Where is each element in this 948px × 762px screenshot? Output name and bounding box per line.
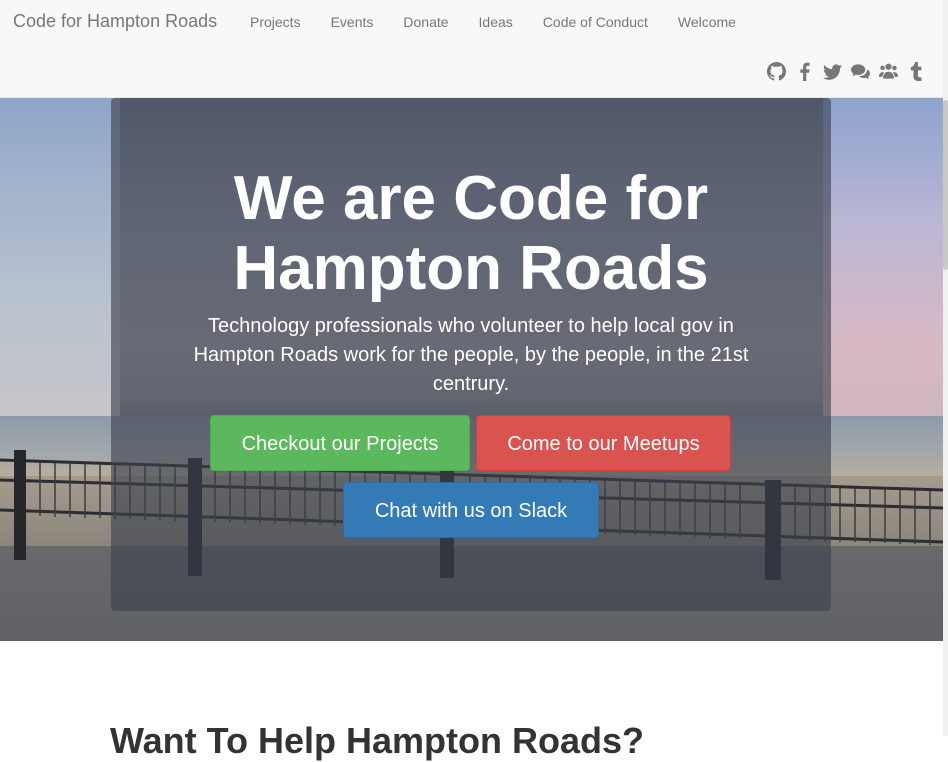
users-icon[interactable] xyxy=(879,62,898,81)
nav-link-donate[interactable]: Donate xyxy=(403,14,448,30)
brand-link[interactable]: Code for Hampton Roads xyxy=(13,11,217,32)
top-navbar: Code for Hampton Roads Projects Events D… xyxy=(0,0,943,98)
nav-links: Projects Events Donate Ideas Code of Con… xyxy=(250,14,766,30)
nav-link-ideas[interactable]: Ideas xyxy=(479,14,513,30)
hero-overlay-panel: We are Code for Hampton Roads Technology… xyxy=(111,98,831,611)
nav-link-projects[interactable]: Projects xyxy=(250,14,301,30)
social-links xyxy=(758,62,926,81)
section-heading: Want To Help Hampton Roads? xyxy=(110,720,644,761)
tumblr-icon[interactable] xyxy=(907,62,926,81)
hero-title: We are Code for Hampton Roads xyxy=(233,164,709,303)
facebook-icon[interactable] xyxy=(795,62,814,81)
hero-background-sky-left xyxy=(0,98,120,428)
github-icon[interactable] xyxy=(767,62,786,81)
twitter-icon[interactable] xyxy=(823,62,842,81)
meetups-button[interactable]: Come to our Meetups xyxy=(476,415,731,471)
nav-link-welcome[interactable]: Welcome xyxy=(678,14,736,30)
hero-section: We are Code for Hampton Roads Technology… xyxy=(0,98,943,641)
scrollbar-thumb[interactable] xyxy=(943,100,948,270)
checkout-projects-button[interactable]: Checkout our Projects xyxy=(210,415,470,471)
nav-link-code-of-conduct[interactable]: Code of Conduct xyxy=(543,14,648,30)
slack-button[interactable]: Chat with us on Slack xyxy=(343,482,599,538)
page-scrollbar[interactable] xyxy=(943,0,948,736)
nav-link-events[interactable]: Events xyxy=(331,14,374,30)
hero-subtitle: Technology professionals who volunteer t… xyxy=(193,315,749,395)
chat-icon[interactable] xyxy=(851,62,870,81)
hero-background-sky-right xyxy=(823,98,943,428)
